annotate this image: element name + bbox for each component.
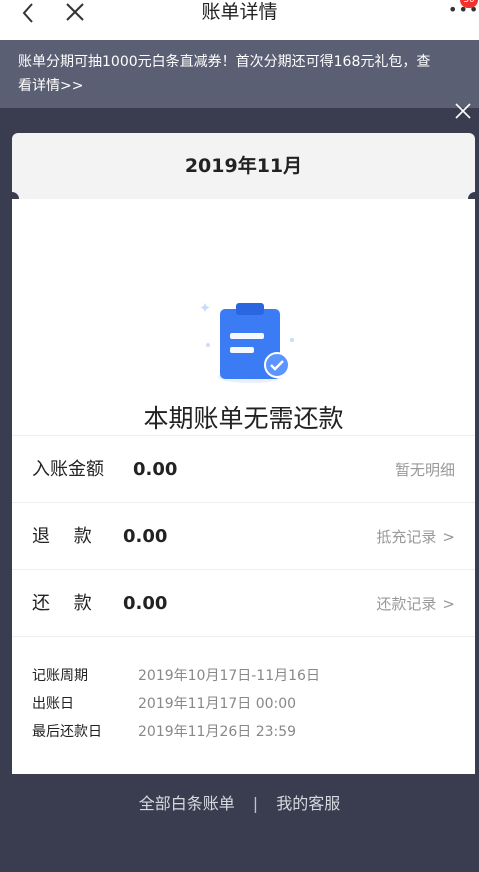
footer-links: 全部白条账单 | 我的客服 (0, 792, 479, 816)
chevron-right-icon: > (442, 528, 455, 546)
banner-close-icon[interactable] (454, 102, 472, 120)
divider (12, 636, 475, 637)
all-bills-link[interactable]: 全部白条账单 (139, 794, 235, 813)
offset-record-link[interactable]: 抵充记录 > (376, 527, 455, 547)
info-key: 出账日 (32, 696, 74, 712)
row-repayment[interactable]: 还 款 0.00 还款记录 > (12, 569, 475, 636)
info-billing-cycle: 记账周期 2019年10月17日-11月16日 (32, 665, 462, 687)
bill-card-body: 本期账单无需还款 入账金额 0.00 暂无明细 退 款 0.00 抵充记录 > 还… (12, 199, 475, 774)
info-value: 2019年10月17日-11月16日 (138, 668, 320, 684)
row-posted-amount: 入账金额 0.00 暂无明细 (12, 435, 475, 502)
footer-separator: | (252, 794, 259, 813)
more-menu-button[interactable]: ••• 30 (446, 0, 479, 24)
repayment-record-label: 还款记录 (376, 595, 437, 613)
top-nav-bar: 账单详情 ••• 30 (0, 0, 479, 40)
offset-record-label: 抵充记录 (376, 528, 437, 546)
bill-status-text: 本期账单无需还款 (143, 404, 344, 433)
info-value: 2019年11月26日 23:59 (138, 724, 297, 740)
clipboard-check-icon (194, 295, 304, 395)
row-amount: 0.00 (123, 593, 168, 614)
info-key: 最后还款日 (32, 724, 102, 740)
no-detail-text: 暂无明细 (394, 461, 455, 479)
page-title: 账单详情 (201, 1, 278, 23)
info-value: 2019年11月17日 00:00 (138, 696, 297, 712)
promo-banner-text[interactable]: 账单分期可抽1000元白条直减券！首次分期还可得168元礼包，查看详情>> (18, 50, 438, 98)
bill-card-header: 2019年11月 (12, 133, 475, 199)
row-amount: 0.00 (123, 526, 168, 547)
info-statement-date: 出账日 2019年11月17日 00:00 (32, 693, 462, 715)
repayment-record-link[interactable]: 还款记录 > (376, 594, 455, 614)
bill-month: 2019年11月 (184, 155, 303, 177)
row-label: 还 款 (32, 593, 92, 614)
customer-service-link[interactable]: 我的客服 (276, 794, 340, 813)
row-amount: 0.00 (133, 459, 178, 480)
row-refund[interactable]: 退 款 0.00 抵充记录 > (12, 502, 475, 569)
row-label: 入账金额 (32, 459, 104, 480)
info-key: 记账周期 (32, 668, 88, 684)
chevron-right-icon: > (442, 595, 455, 613)
promo-banner[interactable]: 账单分期可抽1000元白条直减券！首次分期还可得168元礼包，查看详情>> (0, 40, 479, 119)
info-due-date: 最后还款日 2019年11月26日 23:59 (32, 721, 462, 743)
bill-card: 2019年11月 本期账单无需还款 入账金额 0.00 暂无明细 退 款 0.0… (5, 133, 479, 774)
row-label: 退 款 (32, 526, 92, 547)
